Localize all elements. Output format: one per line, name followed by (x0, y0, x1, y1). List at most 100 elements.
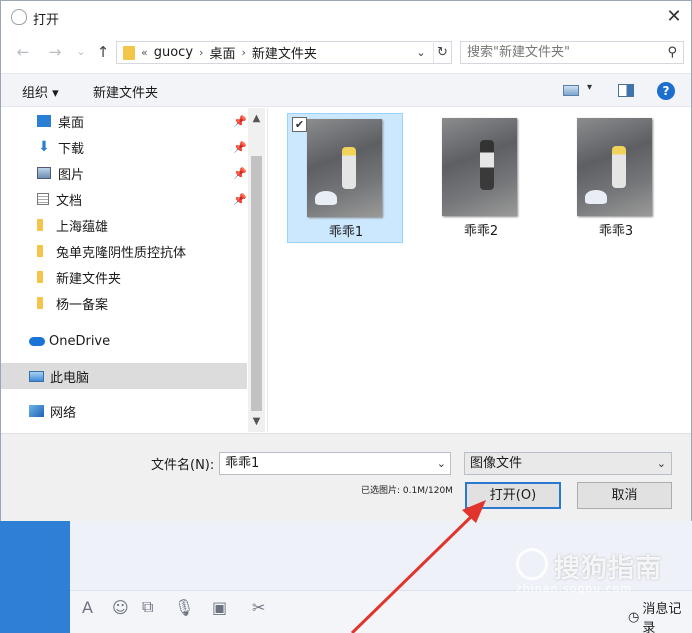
organize-button[interactable]: 组织 ▾ (22, 82, 59, 101)
file-name: 乖乖1 (328, 225, 364, 240)
sidebar-item-label: 此电脑 (50, 370, 90, 386)
scroll-up-button[interactable]: ▲ (248, 110, 265, 127)
photo-subject (480, 140, 494, 190)
chevron-down-icon[interactable]: ⌄ (437, 453, 446, 474)
chat-toolbar (70, 590, 692, 633)
search-icon: ⚲ (667, 45, 677, 60)
sidebar-item-network[interactable]: 网络 (1, 398, 247, 424)
sidebar-item-this-pc[interactable]: 此电脑 (1, 363, 247, 389)
filetype-select[interactable]: 图像文件 ⌄ (464, 452, 672, 475)
breadcrumb-guocy[interactable]: guocy (154, 45, 193, 60)
breadcrumb-separator[interactable]: › (241, 46, 245, 59)
cloud-icon (29, 336, 45, 346)
sidebar-item-documents[interactable]: 文档 📌 (1, 186, 247, 212)
documents-icon (37, 193, 49, 205)
file-list: ✔ 乖乖1 乖乖2 乖乖3 (267, 108, 691, 432)
pictures-icon (37, 167, 51, 179)
sidebar-item-antibody[interactable]: 兔单克隆阴性质控抗体 (1, 238, 247, 264)
network-icon (29, 405, 44, 417)
search-input[interactable]: 搜索"新建文件夹" ⚲ (460, 41, 684, 64)
sidebar-item-label: 文档 (56, 193, 83, 209)
help-icon[interactable]: ? (657, 82, 675, 100)
computer-icon (29, 370, 44, 382)
voice-icon[interactable]: 🎙 (174, 596, 194, 618)
filename-input[interactable]: 乖乖1 ⌄ (219, 452, 451, 475)
scroll-down-button[interactable]: ▼ (248, 413, 265, 430)
breadcrumb-separator[interactable]: › (199, 46, 203, 59)
pin-icon[interactable]: 📌 (233, 115, 247, 128)
filetype-value: 图像文件 (470, 456, 523, 471)
open-button[interactable]: 打开(O) (465, 482, 561, 509)
folder-icon (37, 245, 43, 257)
photo-toy (315, 191, 337, 205)
address-bar[interactable]: « guocy › 桌面 › 新建文件夹 ⌄ ↻ (116, 41, 452, 64)
app-penguin-icon (11, 9, 27, 25)
image-thumbnail (442, 118, 517, 216)
image-icon[interactable]: ▣ (212, 596, 227, 618)
forward-button[interactable]: → (45, 41, 65, 63)
screenshot-icon[interactable]: ⧉ (142, 596, 153, 618)
file-item-guaiguai1[interactable]: ✔ 乖乖1 (287, 113, 403, 243)
desktop-icon (37, 115, 51, 127)
new-folder-button[interactable]: 新建文件夹 (93, 82, 158, 101)
font-icon[interactable]: A (82, 596, 93, 618)
sidebar-item-label: 新建文件夹 (56, 271, 122, 287)
up-button[interactable]: ↑ (93, 41, 113, 63)
pin-icon[interactable]: 📌 (233, 167, 247, 180)
sidebar-item-pictures[interactable]: 图片 📌 (1, 160, 247, 186)
scissors-icon[interactable]: ✂ (252, 596, 265, 618)
scroll-thumb[interactable] (251, 156, 262, 411)
file-item-guaiguai3[interactable]: 乖乖3 (558, 113, 674, 243)
navigation-scrollbar[interactable]: ▲ ▼ (248, 108, 265, 432)
clock-icon: ◷ (628, 609, 640, 625)
sidebar-item-label: 兔单克隆阴性质控抗体 (56, 245, 187, 261)
sidebar-item-label: 图片 (58, 167, 85, 183)
app-left-panel (0, 520, 70, 633)
navigation-bar: ← → ⌄ ↑ « guocy › 桌面 › 新建文件夹 ⌄ ↻ 搜索"新建文件… (1, 35, 691, 69)
sidebar-item-desktop[interactable]: 桌面 📌 (1, 108, 247, 134)
sidebar-item-shanghai[interactable]: 上海蕴雄 (1, 212, 247, 238)
message-record-button[interactable]: ◷ 消息记录 (628, 598, 692, 633)
pin-icon[interactable]: 📌 (233, 141, 247, 154)
image-thumbnail (307, 119, 382, 217)
download-icon: ⬇ (38, 139, 50, 155)
command-bar: 组织 ▾ 新建文件夹 ▾ ? (1, 73, 691, 107)
change-view-icon[interactable] (563, 85, 579, 96)
photo-toy (585, 190, 607, 204)
address-dropdown[interactable]: ⌄ (413, 43, 429, 63)
breadcrumb-desktop[interactable]: 桌面 (209, 43, 235, 62)
sidebar-item-yangyi[interactable]: 杨一备案 (1, 290, 247, 316)
sidebar-item-new-folder[interactable]: 新建文件夹 (1, 264, 247, 290)
emoji-icon[interactable]: ☺ (112, 596, 129, 618)
dialog-titlebar[interactable]: 打开 ✕ (1, 1, 691, 33)
breadcrumb-overflow[interactable]: « (141, 46, 148, 59)
sidebar-item-downloads[interactable]: ⬇ 下载 📌 (1, 134, 247, 160)
filename-label: 文件名(N): (151, 458, 215, 473)
recent-locations-button[interactable]: ⌄ (71, 41, 91, 63)
sidebar-item-label: OneDrive (49, 333, 111, 349)
chat-input-area[interactable] (70, 520, 692, 590)
folder-icon (37, 219, 43, 231)
refresh-button[interactable]: ↻ (433, 43, 451, 63)
dialog-title: 打开 (33, 13, 60, 28)
back-button[interactable]: ← (13, 41, 33, 63)
photo-subject (612, 146, 626, 188)
chevron-down-icon: ⌄ (656, 457, 666, 470)
view-options-dropdown[interactable]: ▾ (587, 82, 592, 93)
breadcrumb-new-folder[interactable]: 新建文件夹 (252, 43, 317, 62)
folder-icon (37, 271, 43, 283)
selection-info: 已选图片: 0.1M/120M (361, 486, 453, 496)
image-thumbnail (577, 118, 652, 216)
close-button[interactable]: ✕ (661, 5, 687, 29)
preview-pane-icon[interactable] (618, 84, 634, 97)
dialog-footer: 文件名(N): 乖乖1 ⌄ 图像文件 ⌄ 已选图片: 0.1M/120M 打开(… (1, 433, 691, 521)
pin-icon[interactable]: 📌 (233, 193, 247, 206)
sidebar-item-label: 杨一备案 (56, 297, 109, 313)
cancel-button[interactable]: 取消 (577, 482, 672, 509)
sidebar-item-label: 下载 (58, 141, 85, 157)
sidebar-item-onedrive[interactable]: OneDrive (1, 328, 247, 354)
file-item-guaiguai2[interactable]: 乖乖2 (423, 113, 539, 243)
file-name: 乖乖3 (598, 224, 634, 239)
folder-icon (123, 45, 135, 60)
checkbox-icon[interactable]: ✔ (292, 117, 307, 132)
